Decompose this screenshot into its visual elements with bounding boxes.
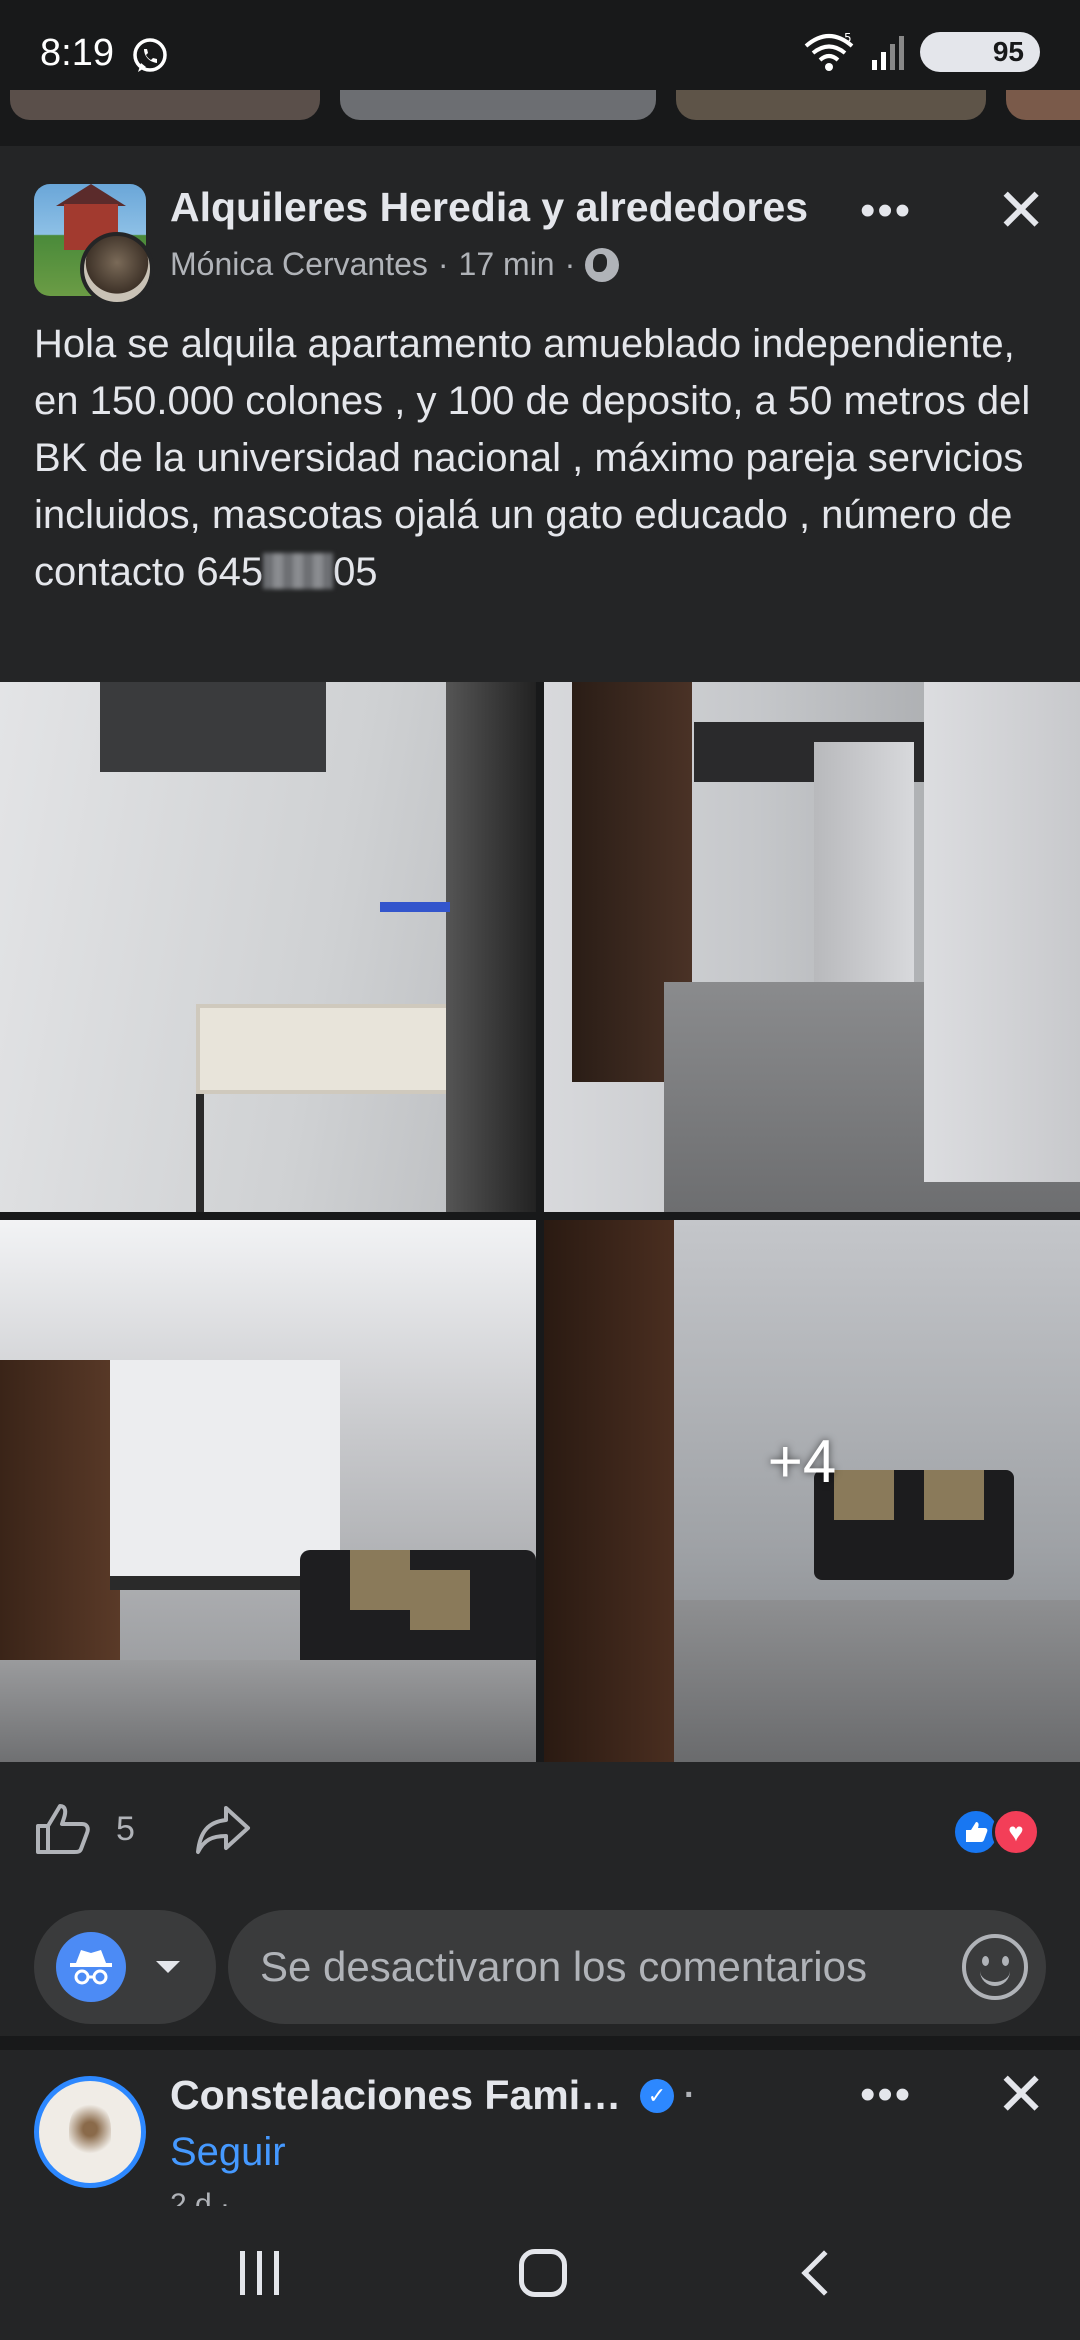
comment-input[interactable]: Se desactivaron los comentarios — [228, 1910, 1046, 2024]
back-icon[interactable] — [801, 2250, 847, 2296]
globe-icon — [585, 247, 620, 282]
post-time[interactable]: 17 min — [459, 246, 555, 283]
vent-shape — [100, 682, 326, 772]
more-photos-count[interactable]: +4 — [544, 1220, 1080, 1762]
door-frame — [446, 682, 536, 1212]
love-reaction-icon: ♥ — [992, 1808, 1040, 1856]
page-avatar[interactable] — [34, 2076, 146, 2188]
incognito-icon — [56, 1932, 126, 2002]
wifi-icon: 5 — [804, 32, 854, 71]
house-roof-shape — [56, 184, 126, 206]
post-text: Hola se alquila apartamento amueblado in… — [34, 316, 1044, 601]
comment-row: Se desactivaron los comentarios — [0, 1902, 1080, 2032]
like-count: 5 — [116, 1809, 135, 1848]
feed-divider — [0, 120, 1080, 146]
photo-living-room[interactable] — [0, 1220, 536, 1762]
stories-strip[interactable] — [0, 90, 1080, 120]
floor-shape — [0, 1660, 536, 1762]
recent-apps-icon[interactable] — [240, 2251, 280, 2295]
post-close-button[interactable]: ✕ — [996, 2060, 1046, 2130]
battery-level: 95 — [992, 36, 1024, 67]
meta-separator: · — [564, 246, 576, 282]
meta-separator: · — [684, 2076, 696, 2114]
cushion-shape — [350, 1550, 410, 1610]
post-actions: 5 ♥ — [0, 1762, 1080, 1882]
fridge-shape — [814, 742, 914, 992]
photo-grid: +4 — [0, 682, 1080, 1762]
group-name[interactable]: Alquileres Heredia y alrededores — [170, 184, 810, 231]
story-card[interactable] — [1006, 90, 1080, 120]
network-label: 5 — [844, 32, 852, 45]
status-bar: 8:19 5 95 — [0, 0, 1080, 100]
post-meta: Mónica Cervantes · 17 min · — [170, 246, 620, 283]
author-name[interactable]: Mónica Cervantes — [170, 246, 428, 283]
system-nav-bar — [0, 2206, 1080, 2340]
follow-button[interactable]: Seguir — [170, 2130, 286, 2175]
photo-laundry-sink[interactable] — [0, 682, 536, 1212]
story-card[interactable] — [10, 90, 320, 120]
next-post: Constelaciones Familiares ✓ · Seguir 2 d… — [0, 2050, 1080, 2210]
like-button[interactable]: 5 — [34, 1802, 135, 1856]
sink-frame — [196, 1094, 204, 1212]
battery-indicator: 95 — [920, 32, 1040, 72]
cushion-shape — [410, 1570, 470, 1630]
share-icon — [196, 1806, 250, 1854]
page-name[interactable]: Constelaciones Familiares — [170, 2072, 630, 2119]
status-time: 8:19 — [40, 32, 114, 74]
sink-shape — [196, 1004, 466, 1094]
signal-icon — [872, 36, 904, 70]
post-close-button[interactable]: ✕ — [996, 176, 1046, 246]
story-card[interactable] — [340, 90, 656, 120]
faucet-shape — [380, 902, 450, 912]
photo-sitting-area[interactable]: +4 — [544, 1220, 1080, 1762]
page-title: Constelaciones Familiares ✓ · — [170, 2072, 695, 2119]
thumbs-up-icon — [36, 1804, 90, 1854]
share-button[interactable] — [194, 1800, 252, 1863]
comment-placeholder: Se desactivaron los comentarios — [260, 1943, 867, 1990]
home-icon[interactable] — [519, 2249, 568, 2297]
story-card[interactable] — [676, 90, 986, 120]
post-more-button[interactable]: ••• — [860, 186, 912, 236]
identity-selector[interactable] — [34, 1910, 216, 2024]
verified-badge-icon: ✓ — [640, 2078, 674, 2113]
author-avatar[interactable] — [80, 232, 154, 306]
post-more-button[interactable]: ••• — [860, 2070, 912, 2120]
feed-post: Alquileres Heredia y alrededores Mónica … — [0, 146, 1080, 2036]
post-text-tail: 05 — [333, 550, 378, 594]
feed-divider — [0, 2036, 1080, 2050]
photo-hallway-kitchen[interactable] — [544, 682, 1080, 1212]
whatsapp-icon — [133, 38, 167, 72]
redacted-digits — [263, 553, 334, 589]
smiley-icon[interactable] — [962, 1934, 1028, 2000]
chevron-down-icon — [156, 1961, 180, 1973]
meta-separator: · — [437, 246, 449, 282]
door-shape — [0, 1360, 120, 1660]
reaction-summary[interactable]: ♥ — [952, 1808, 1040, 1856]
post-text-main: Hola se alquila apartamento amueblado in… — [34, 322, 1031, 594]
wall-shape — [924, 682, 1080, 1182]
